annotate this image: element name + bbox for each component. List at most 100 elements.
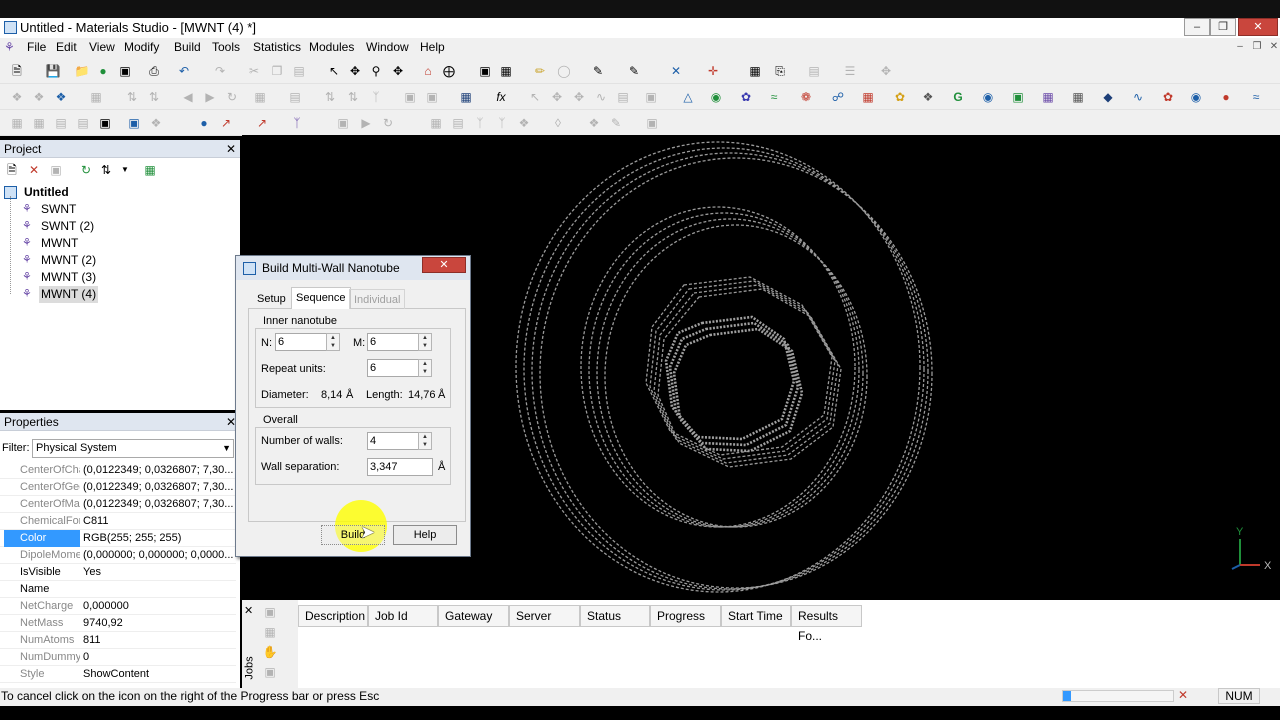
tab-individual[interactable]: Individual — [349, 289, 406, 309]
save-icon[interactable]: 💾 — [45, 63, 61, 79]
n-input[interactable]: 6 — [275, 333, 327, 351]
home-view-icon[interactable]: ⌂ — [420, 63, 436, 79]
module-mesodyn-icon[interactable]: ✿ — [892, 89, 908, 105]
module-reflex-icon[interactable]: ▦ — [1040, 89, 1056, 105]
build-bond-icon[interactable]: ↗ — [218, 115, 234, 131]
menu-edit[interactable]: Edit — [56, 40, 77, 54]
distribute-icon[interactable]: ☰ — [842, 63, 858, 79]
property-row[interactable]: IsVisible Yes — [0, 564, 236, 581]
crystal-icon[interactable]: ❖ — [9, 89, 25, 105]
pan-icon[interactable]: ✥ — [549, 89, 565, 105]
col-description[interactable]: Description — [298, 605, 368, 627]
minimize-button[interactable]: – — [1184, 18, 1210, 36]
graph-icon[interactable]: ∿ — [593, 89, 609, 105]
build-graph-icon[interactable]: ᛉ — [494, 115, 510, 131]
module-vamp-icon[interactable]: ∿ — [1130, 89, 1146, 105]
refresh-icon[interactable]: ↻ — [224, 89, 240, 105]
col-results-folder[interactable]: Results Fo... — [791, 605, 862, 643]
property-row[interactable]: Style ShowContent — [0, 666, 236, 683]
build-mesh-icon[interactable]: ❖ — [586, 115, 602, 131]
build-net-icon[interactable]: ❖ — [516, 115, 532, 131]
col-status[interactable]: Status — [580, 605, 650, 627]
build-cell-icon[interactable]: ▣ — [97, 115, 113, 131]
module-onetep-icon[interactable]: G — [950, 89, 966, 105]
menu-build[interactable]: Build — [174, 40, 201, 54]
m-stepper[interactable]: ▲ ▼ — [418, 333, 432, 351]
job-grid-icon[interactable]: ▦ — [262, 624, 278, 640]
sketch-ring-icon[interactable]: ◯ — [556, 63, 572, 79]
module-conformers-icon[interactable]: ✿ — [738, 89, 754, 105]
build-symmetry-icon[interactable]: ❖ — [148, 115, 164, 131]
mdi-close-button[interactable]: ✕ — [1266, 41, 1280, 55]
build-play-icon[interactable]: ▶ — [358, 115, 374, 131]
module-qsar-icon[interactable]: ▣ — [1010, 89, 1026, 105]
delete-item-icon[interactable]: ✕ — [26, 162, 42, 178]
bracket-icon[interactable]: ⎘ — [772, 63, 788, 79]
paste-icon[interactable]: ▤ — [291, 63, 307, 79]
doc-menu-icon[interactable]: ⚘ — [4, 40, 18, 54]
menu-file[interactable]: File — [27, 40, 46, 54]
redo-icon[interactable]: ↷ — [212, 63, 228, 79]
align-icon[interactable]: ▤ — [806, 63, 822, 79]
globe-icon[interactable]: ● — [95, 63, 111, 79]
menu-help[interactable]: Help — [420, 40, 445, 54]
module-amorphous-icon[interactable]: △ — [680, 89, 696, 105]
menu-modify[interactable]: Modify — [124, 40, 159, 54]
property-row[interactable]: NumDummy 0 — [0, 649, 236, 666]
jobs-tab-label[interactable]: Jobs — [244, 656, 256, 679]
menu-modules[interactable]: Modules — [309, 40, 354, 54]
module-gulp-icon[interactable]: ▦ — [860, 89, 876, 105]
build-column-icon[interactable]: ▤ — [53, 115, 69, 131]
arrange-icon[interactable]: ✥ — [878, 63, 894, 79]
filter-dropdown[interactable]: Physical System ▼ — [32, 439, 234, 458]
fx-icon[interactable]: fx — [493, 89, 509, 105]
col-progress[interactable]: Progress — [650, 605, 721, 627]
build-surface-icon[interactable]: ✎ — [608, 115, 624, 131]
lock-icon[interactable]: ▣ — [402, 89, 418, 105]
unlock-icon[interactable]: ▣ — [424, 89, 440, 105]
pointer-icon[interactable]: ↖ — [527, 89, 543, 105]
build-atom-icon[interactable]: ● — [196, 115, 212, 131]
build-layer-icon[interactable]: ▦ — [31, 115, 47, 131]
module-castep-icon[interactable]: ◉ — [708, 89, 724, 105]
symmetry-icon[interactable]: ▦ — [747, 63, 763, 79]
tab-sequence[interactable]: Sequence — [291, 287, 351, 309]
sketch-atom-icon[interactable]: ✎ — [626, 63, 642, 79]
n-stepper[interactable]: ▲ ▼ — [326, 333, 340, 351]
module-forcite-icon[interactable]: ☍ — [830, 89, 846, 105]
help-button[interactable]: Help — [393, 525, 457, 545]
build-loop-icon[interactable]: ↻ — [380, 115, 396, 131]
zoom2-icon[interactable]: ✥ — [571, 89, 587, 105]
select-arrow-icon[interactable]: ↖ — [326, 63, 342, 79]
import-icon[interactable]: ▣ — [117, 63, 133, 79]
grid-view-icon[interactable]: ▦ — [458, 89, 474, 105]
clean-icon[interactable]: ✛ — [705, 63, 721, 79]
property-row[interactable]: NetMass 9740,92 — [0, 615, 236, 632]
module-morphology-icon[interactable]: ❖ — [920, 89, 936, 105]
build-page-icon[interactable]: ▣ — [335, 115, 351, 131]
walls-input[interactable]: 4 — [367, 432, 419, 450]
grid-icon[interactable]: ▦ — [252, 89, 268, 105]
measure-icon[interactable]: ✕ — [668, 63, 684, 79]
sketch-pencil-icon[interactable]: ✏ — [532, 63, 548, 79]
build-row-icon[interactable]: ▤ — [75, 115, 91, 131]
build-tree-icon[interactable]: ▦ — [428, 115, 444, 131]
job-stop-icon[interactable]: ✋ — [262, 644, 278, 660]
cleave-icon[interactable]: ❖ — [31, 89, 47, 105]
zoom-icon[interactable]: ⚲ — [368, 63, 384, 79]
sort-icon[interactable]: ⇅ — [322, 89, 338, 105]
properties-item-icon[interactable]: ▣ — [48, 162, 64, 178]
chart-icon[interactable]: ▤ — [615, 89, 631, 105]
dialog-close-button[interactable]: ✕ — [422, 257, 466, 273]
copy-icon[interactable]: ❐ — [269, 63, 285, 79]
cut-icon[interactable]: ✂ — [246, 63, 262, 79]
build-crystal-icon[interactable]: ▣ — [126, 115, 142, 131]
sketch-fragment-icon[interactable]: ✎ — [590, 63, 606, 79]
new-file-icon[interactable]: 🗎 — [9, 63, 25, 79]
job-results-icon[interactable]: ▣ — [262, 664, 278, 680]
reset-view-icon[interactable]: ▦ — [498, 63, 514, 79]
jobs-close-icon[interactable]: ✕ — [244, 604, 253, 617]
tab-setup[interactable]: Setup — [253, 289, 290, 309]
rotate-icon[interactable]: ✥ — [347, 63, 363, 79]
property-row-selected[interactable]: Color RGB(255; 255; 255) — [0, 530, 236, 547]
